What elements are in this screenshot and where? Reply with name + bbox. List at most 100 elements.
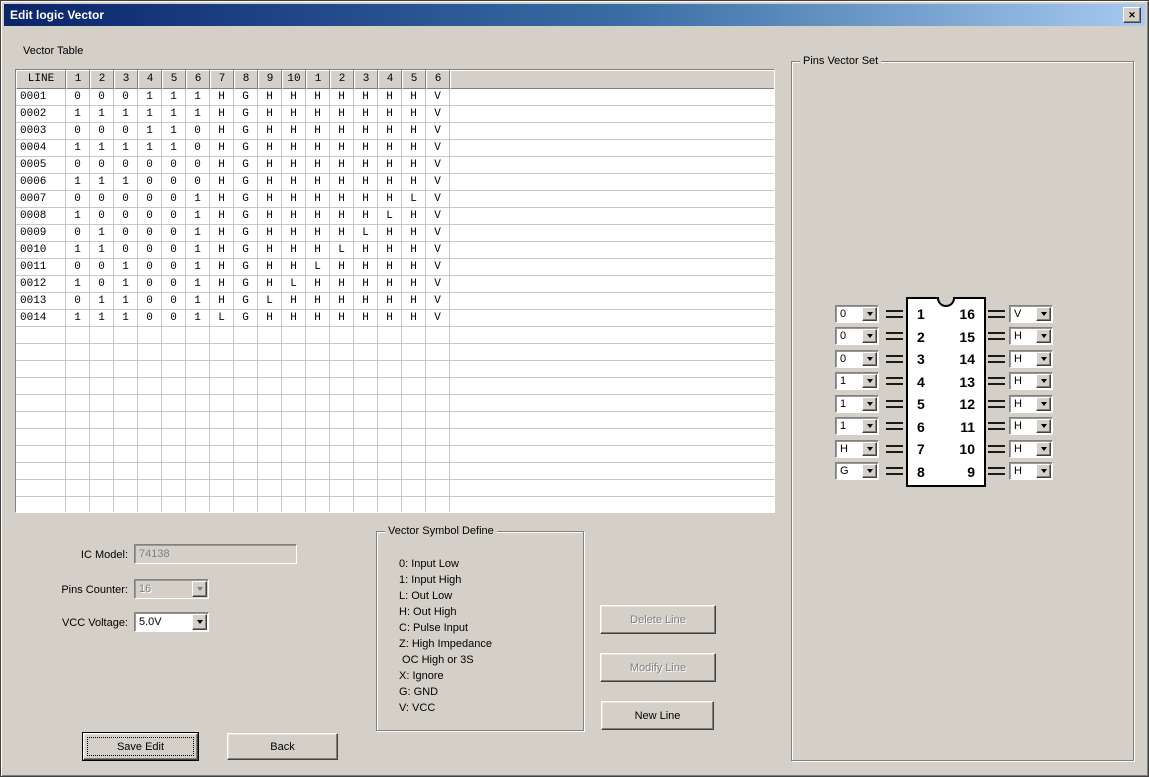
pin-3-combo[interactable]: 0 (835, 350, 879, 368)
combo-arrow-button[interactable] (1036, 419, 1051, 433)
table-row[interactable]: 0013011001HGLHHHHHHV (16, 293, 774, 310)
back-button[interactable]: Back (227, 733, 338, 760)
modify-line-button[interactable]: Modify Line (600, 653, 716, 682)
combo-arrow-button[interactable] (1036, 352, 1051, 366)
table-row[interactable]: 0007000001HGHHHHHHLV (16, 191, 774, 208)
vector-cell: 1 (186, 259, 210, 276)
pin-10-combo[interactable]: H (1009, 440, 1053, 458)
column-header: 1 (66, 70, 90, 89)
titlebar[interactable]: Edit logic Vector ✕ (4, 4, 1145, 26)
vector-cell (234, 361, 258, 378)
row-filler (450, 344, 774, 361)
vector-cell: 1 (66, 208, 90, 225)
pin-13-combo[interactable]: H (1009, 372, 1053, 390)
vector-cell (426, 412, 450, 429)
vector-cell (354, 378, 378, 395)
vector-cell (162, 327, 186, 344)
combo-arrow-button[interactable] (1036, 397, 1051, 411)
combo-arrow-button[interactable] (862, 419, 877, 433)
table-row[interactable]: 0005000000HGHHHHHHHV (16, 157, 774, 174)
vector-cell (210, 344, 234, 361)
delete-line-button[interactable]: Delete Line (600, 605, 716, 634)
pin-5-combo[interactable]: 1 (835, 395, 879, 413)
vector-cell: 1 (186, 310, 210, 327)
combo-arrow-button[interactable] (862, 442, 877, 456)
vector-cell: H (210, 140, 234, 157)
vector-cell: H (354, 276, 378, 293)
combo-arrow-button[interactable] (1036, 464, 1051, 478)
vector-cell: 0 (138, 259, 162, 276)
vector-cell: H (282, 310, 306, 327)
vector-cell: 0 (114, 89, 138, 106)
vector-cell: 0 (138, 310, 162, 327)
pin-4-combo[interactable]: 1 (835, 372, 879, 390)
pin-7-combo[interactable]: H (835, 440, 879, 458)
vcc-voltage-combo[interactable]: 5.0V (134, 612, 209, 632)
pin-16-combo[interactable]: V (1009, 305, 1053, 323)
pin-9-combo[interactable]: H (1009, 462, 1053, 480)
table-row[interactable]: 0004111110HGHHHHHHHV (16, 140, 774, 157)
vector-table[interactable]: LINE12345678910123456 0001000111HGHHHHHH… (15, 69, 775, 513)
ic-model-field[interactable]: 74138 (134, 544, 297, 564)
line-number-cell: 0013 (16, 293, 66, 310)
vector-cell (114, 446, 138, 463)
table-row[interactable]: 0002111111HGHHHHHHHV (16, 106, 774, 123)
table-row[interactable]: 0009010001HGHHHHLHHV (16, 225, 774, 242)
combo-arrow-button[interactable] (862, 374, 877, 388)
combo-arrow-button[interactable] (862, 307, 877, 321)
table-row[interactable]: 0011001001HGHHLHHHHV (16, 259, 774, 276)
combo-arrow-button[interactable] (192, 614, 207, 630)
table-row[interactable]: 0006111000HGHHHHHHHV (16, 174, 774, 191)
pin-11-combo[interactable]: H (1009, 417, 1053, 435)
vector-cell: 0 (114, 242, 138, 259)
save-edit-button[interactable]: Save Edit (83, 733, 198, 760)
vector-cell: 0 (90, 157, 114, 174)
close-icon: ✕ (1128, 4, 1136, 26)
vector-cell: H (306, 242, 330, 259)
combo-arrow-button[interactable] (862, 397, 877, 411)
vector-cell: 0 (138, 174, 162, 191)
vector-cell: G (234, 89, 258, 106)
combo-arrow-button[interactable] (862, 329, 877, 343)
vector-cell (330, 446, 354, 463)
vector-cell (162, 463, 186, 480)
combo-arrow-button[interactable] (192, 581, 207, 597)
column-header: 6 (186, 70, 210, 89)
chevron-down-icon (867, 357, 873, 361)
new-line-button[interactable]: New Line (601, 701, 714, 730)
vector-cell: H (306, 140, 330, 157)
pin-6-combo[interactable]: 1 (835, 417, 879, 435)
vector-cell: H (354, 140, 378, 157)
vector-cell: H (354, 259, 378, 276)
combo-arrow-button[interactable] (1036, 307, 1051, 321)
column-header: 2 (330, 70, 354, 89)
table-row[interactable]: 0014111001LGHHHHHHHV (16, 310, 774, 327)
row-filler (450, 497, 774, 513)
pin-1-combo[interactable]: 0 (835, 305, 879, 323)
table-row[interactable]: 0010110001HGHHHLHHHV (16, 242, 774, 259)
combo-arrow-button[interactable] (1036, 329, 1051, 343)
pin-8-combo[interactable]: G (835, 462, 879, 480)
combo-arrow-button[interactable] (862, 352, 877, 366)
combo-arrow-button[interactable] (862, 464, 877, 478)
combo-arrow-button[interactable] (1036, 374, 1051, 388)
vector-cell (378, 378, 402, 395)
close-button[interactable]: ✕ (1123, 7, 1141, 23)
pin-15-combo[interactable]: H (1009, 327, 1053, 345)
vector-cell: 1 (186, 293, 210, 310)
vector-cell: 0 (66, 225, 90, 242)
pin-12-combo[interactable]: H (1009, 395, 1053, 413)
table-row[interactable]: 0001000111HGHHHHHHHV (16, 89, 774, 106)
vector-cell: H (330, 89, 354, 106)
combo-arrow-button[interactable] (1036, 442, 1051, 456)
vector-cell: H (402, 157, 426, 174)
table-row[interactable]: 0012101001HGHLHHHHHV (16, 276, 774, 293)
vector-cell: H (282, 225, 306, 242)
pin-2-combo[interactable]: 0 (835, 327, 879, 345)
pins-counter-combo[interactable]: 16 (134, 579, 209, 599)
table-row[interactable]: 0008100001HGHHHHHLHV (16, 208, 774, 225)
line-number-cell: 0005 (16, 157, 66, 174)
table-row[interactable]: 0003000110HGHHHHHHHV (16, 123, 774, 140)
pin-14-combo[interactable]: H (1009, 350, 1053, 368)
vector-cell (402, 446, 426, 463)
